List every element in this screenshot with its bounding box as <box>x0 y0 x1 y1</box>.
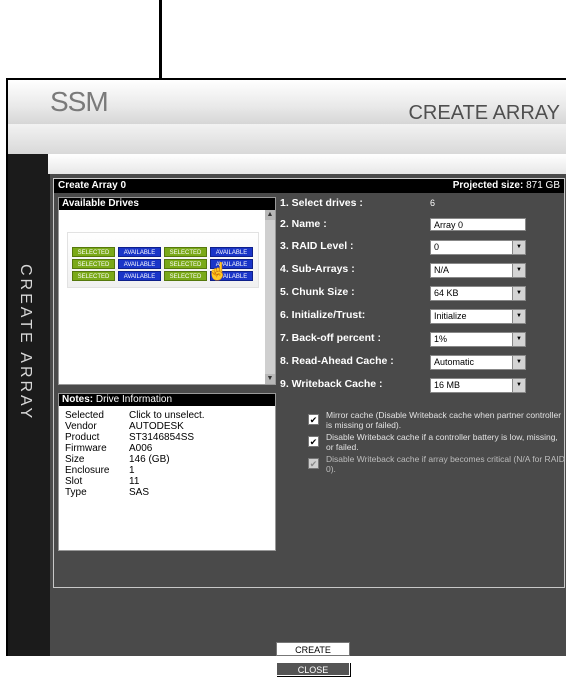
chevron-down-icon[interactable]: ▼ <box>512 310 525 323</box>
notes-value: 146 (GB) <box>129 454 170 465</box>
scroll-up-icon[interactable]: ▲ <box>265 210 275 220</box>
chevron-down-icon[interactable]: ▼ <box>512 241 525 254</box>
notes-value: SAS <box>129 487 150 498</box>
select-drives-label: 1. Select drives : <box>280 197 363 209</box>
header-band <box>8 124 566 154</box>
chevron-down-icon[interactable]: ▼ <box>512 356 525 369</box>
drive-slot[interactable]: SELECTED <box>164 259 207 269</box>
drive-slot[interactable]: SELECTED <box>72 259 115 269</box>
sub-arrays-select[interactable]: N/A ▼ <box>430 263 526 278</box>
select-drives-value: 6 <box>430 198 436 208</box>
cache-option-label: Disable Writeback cache if array becomes… <box>326 454 565 474</box>
projected-size-label: Projected size: <box>452 180 524 191</box>
notes-key: Firmware <box>65 443 107 454</box>
projected-size: Projected size: 871 GB <box>453 180 560 191</box>
backoff-label: 7. Back-off percent : <box>280 332 381 344</box>
chunk-size-value: 64 KB <box>434 288 459 298</box>
chunk-size-select[interactable]: 64 KB ▼ <box>430 286 526 301</box>
notes-key: Product <box>65 432 100 443</box>
notes-label: Notes: <box>62 394 94 405</box>
drive-slot[interactable]: SELECTED <box>164 271 207 281</box>
projected-size-value: 871 GB <box>526 180 560 191</box>
chunk-size-label: 5. Chunk Size : <box>280 286 355 298</box>
drive-slot[interactable]: SELECTED <box>72 271 115 281</box>
raid-level-label: 3. RAID Level : <box>280 240 354 252</box>
notes-row: Firmware A006 <box>65 443 152 454</box>
notes-row: Vendor AUTODESK <box>65 421 184 432</box>
chevron-down-icon[interactable]: ▼ <box>512 264 525 277</box>
notes-row: Product ST3146854SS <box>65 432 194 443</box>
hand-cursor-icon: ☝ <box>207 262 229 281</box>
read-ahead-value: Automatic <box>434 357 475 367</box>
cache-option-checkbox[interactable]: ✔ <box>308 414 319 425</box>
drives-scrollbar[interactable]: ▲ ▼ <box>265 210 275 384</box>
notes-key: Type <box>65 487 87 498</box>
drive-information-panel: Notes: Drive Information Selected Click t… <box>58 393 276 551</box>
cache-option-checkbox[interactable]: ✔ <box>308 436 319 447</box>
create-array-header: Create Array 0 Projected size: 871 GB <box>54 179 564 193</box>
create-array-heading: Create Array 0 <box>58 180 127 191</box>
raid-level-select[interactable]: 0 ▼ <box>430 240 526 255</box>
backoff-select[interactable]: 1% ▼ <box>430 332 526 347</box>
initialize-select[interactable]: Initialize ▼ <box>430 309 526 324</box>
initialize-value: Initialize <box>434 311 467 321</box>
drive-enclosure: SELECTED AVAILABLE SELECTED AVAILABLE SELECT… <box>67 232 259 288</box>
notes-row: Slot 11 <box>65 476 139 487</box>
notes-value: ST3146854SS <box>129 432 195 443</box>
app-logo: SSM <box>50 86 109 117</box>
notes-value: Click to unselect. <box>129 410 205 421</box>
notes-key: Vendor <box>65 421 97 432</box>
sub-arrays-label: 4. Sub-Arrays : <box>280 263 355 275</box>
notes-key: Enclosure <box>65 465 110 476</box>
cache-option-label: Mirror cache (Disable Writeback cache wh… <box>326 410 562 430</box>
drive-slot[interactable]: SELECTED <box>164 247 207 257</box>
read-ahead-select[interactable]: Automatic ▼ <box>430 355 526 370</box>
notes-value: A006 <box>129 443 153 454</box>
drive-slot[interactable]: AVAILABLE <box>118 247 161 257</box>
notes-row: Selected Click to unselect. <box>65 410 205 421</box>
backoff-value: 1% <box>434 334 448 344</box>
page-title: CREATE ARRAY <box>408 102 560 124</box>
initialize-label: 6. Initialize/Trust: <box>280 309 366 321</box>
notes-row: Enclosure 1 <box>65 465 135 476</box>
ssm-window: SSM CREATE ARRAY CREATE ARRAY Create Arr… <box>6 78 566 676</box>
writeback-select[interactable]: 16 MB ▼ <box>430 378 526 393</box>
sub-header-band <box>48 154 566 174</box>
notes-key: Size <box>65 454 85 465</box>
notes-value: AUTODESK <box>129 421 184 432</box>
available-drives-title: Available Drives <box>59 198 275 210</box>
available-drives-panel: Available Drives SELECTED AVAILABLE SELECT… <box>58 197 276 385</box>
notes-row: Type SAS <box>65 487 149 498</box>
create-array-frame: Create Array 0 Projected size: 871 GB Av… <box>53 178 565 588</box>
cache-option-label: Disable Writeback cache if a controller … <box>326 432 558 452</box>
drive-slot[interactable]: AVAILABLE <box>210 247 253 257</box>
close-button[interactable]: CLOSE <box>276 662 350 676</box>
notes-subtitle: Drive Information <box>95 394 173 405</box>
create-array-panel: Create Array 0 Projected size: 871 GB Av… <box>50 174 566 676</box>
sub-arrays-value: N/A <box>434 265 450 275</box>
read-ahead-label: 8. Read-Ahead Cache : <box>280 355 394 367</box>
notes-key: Selected <box>65 410 104 421</box>
drive-slot[interactable]: AVAILABLE <box>118 271 161 281</box>
notes-key: Slot <box>65 476 83 487</box>
scroll-down-icon[interactable]: ▼ <box>265 374 275 384</box>
chevron-down-icon[interactable]: ▼ <box>512 287 525 300</box>
name-input[interactable]: Array 0 <box>430 218 526 231</box>
cache-option-checkbox: ✔ <box>308 458 319 469</box>
notes-row: Size 146 (GB) <box>65 454 170 465</box>
raid-level-value: 0 <box>434 242 440 252</box>
notes-value: 11 <box>129 476 140 487</box>
notes-title: Notes: Drive Information <box>59 394 275 406</box>
notes-value: 1 <box>129 465 135 476</box>
side-panel: CREATE ARRAY <box>8 154 50 656</box>
app-header: SSM CREATE ARRAY <box>8 80 566 124</box>
drive-slot[interactable]: AVAILABLE <box>118 259 161 269</box>
name-label: 2. Name : <box>280 218 327 230</box>
drive-slot[interactable]: SELECTED <box>72 247 115 257</box>
writeback-value: 16 MB <box>434 380 461 390</box>
chevron-down-icon[interactable]: ▼ <box>512 333 525 346</box>
side-title: CREATE ARRAY <box>17 264 34 422</box>
chevron-down-icon[interactable]: ▼ <box>512 379 525 392</box>
writeback-label: 9. Writeback Cache : <box>280 378 383 390</box>
